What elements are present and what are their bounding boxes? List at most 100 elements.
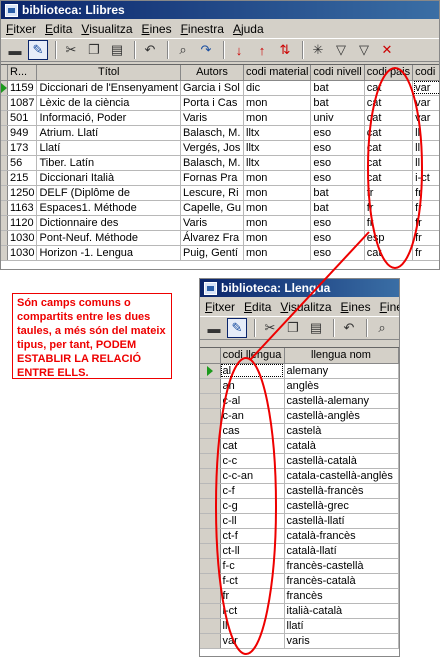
- table-cell[interactable]: 215: [7, 170, 38, 186]
- table-cell[interactable]: Álvarez Fra: [180, 230, 245, 246]
- table-row[interactable]: 173 Llatí Vergés, Jos lltx eso cat ll: [1, 140, 439, 156]
- table-cell[interactable]: ll: [412, 155, 439, 171]
- table-cell[interactable]: 1250: [7, 185, 38, 201]
- table-cell[interactable]: 501: [7, 110, 38, 126]
- table-row[interactable]: cat català: [200, 438, 399, 454]
- column-header[interactable]: Títol: [36, 65, 181, 81]
- table-cell[interactable]: catala-castellà-anglès: [284, 468, 399, 484]
- cut-icon[interactable]: ✂: [61, 40, 81, 60]
- table-row[interactable]: 1163 Espaces1. Méthode Capelle, Gu mon bat fr…: [1, 200, 439, 216]
- table-cell[interactable]: eso: [310, 155, 365, 171]
- table-row[interactable]: c-an castellà-anglès: [200, 408, 399, 424]
- menu-ajuda[interactable]: Ajuda: [230, 22, 270, 36]
- table-cell[interactable]: castellà-grec: [284, 498, 399, 514]
- table-row[interactable]: 1087 Lèxic de la ciència Porta i Cas mon bat…: [1, 95, 439, 111]
- row-selector[interactable]: [200, 513, 221, 529]
- autofilter-icon[interactable]: ✳: [308, 40, 328, 60]
- table-cell[interactable]: eso: [310, 245, 365, 261]
- table-row[interactable]: ct-f català-francès: [200, 528, 399, 544]
- table-cell[interactable]: castellà-francès: [284, 483, 399, 499]
- table-cell[interactable]: Balasch, M.: [180, 125, 245, 141]
- menu-fitxer[interactable]: Fitxer: [202, 300, 241, 314]
- table-cell[interactable]: cat: [364, 245, 414, 261]
- table-cell[interactable]: anglès: [284, 378, 399, 394]
- table-cell[interactable]: Capelle, Gu: [180, 200, 245, 216]
- column-header[interactable]: codi material: [243, 65, 312, 81]
- menu-eines[interactable]: Eines: [338, 300, 377, 314]
- table-cell[interactable]: fr: [412, 200, 439, 216]
- table-cell[interactable]: Dictionnaire des: [36, 215, 181, 231]
- table-cell[interactable]: Informació, Poder: [36, 110, 181, 126]
- find-icon[interactable]: ⌕: [372, 318, 392, 338]
- table-cell[interactable]: eso: [310, 170, 365, 186]
- table-cell[interactable]: cas: [220, 423, 285, 439]
- table-cell[interactable]: eso: [310, 230, 365, 246]
- paste-icon[interactable]: ▤: [107, 40, 127, 60]
- table-row[interactable]: ct-ll català-llatí: [200, 543, 399, 559]
- undo-icon[interactable]: ↶: [140, 40, 160, 60]
- table-row[interactable]: c-f castellà-francès: [200, 483, 399, 499]
- table-row[interactable]: 1030 Horizon -1. Lengua Puig, Gentí mon eso c…: [1, 245, 439, 261]
- row-selector[interactable]: [200, 483, 221, 499]
- table-cell[interactable]: ll: [412, 125, 439, 141]
- table-cell[interactable]: var: [412, 110, 439, 126]
- table-row[interactable]: ll llatí: [200, 618, 399, 634]
- table-cell[interactable]: català-llatí: [284, 543, 399, 559]
- table-cell[interactable]: Varis: [180, 215, 245, 231]
- cut-icon[interactable]: ✂: [260, 318, 280, 338]
- table-cell[interactable]: var: [220, 633, 285, 649]
- table-row[interactable]: var varis: [200, 633, 399, 649]
- table-cell[interactable]: cat: [364, 170, 414, 186]
- table-row[interactable]: f-ct francès-català: [200, 573, 399, 589]
- table-cell[interactable]: lltx: [243, 125, 312, 141]
- menu-visualitza[interactable]: Visualitza: [277, 300, 337, 314]
- table-cell[interactable]: dic: [243, 80, 312, 96]
- table-cell[interactable]: c-c-an: [220, 468, 285, 484]
- table-row[interactable]: an anglès: [200, 378, 399, 394]
- table-cell[interactable]: c-c: [220, 453, 285, 469]
- column-header[interactable]: codi llengua: [220, 348, 285, 364]
- remove-filter-icon[interactable]: ✕: [377, 40, 397, 60]
- table-cell[interactable]: Porta i Cas: [180, 95, 245, 111]
- table-cell[interactable]: 1159: [7, 80, 38, 96]
- row-selector[interactable]: [1, 80, 8, 96]
- table-row[interactable]: 1120 Dictionnaire des Varis mon eso fr fr: [1, 215, 439, 231]
- row-selector[interactable]: [200, 453, 221, 469]
- table-cell[interactable]: 1030: [7, 230, 38, 246]
- row-selector[interactable]: [200, 618, 221, 634]
- column-header[interactable]: codi pais: [364, 65, 414, 81]
- table-cell[interactable]: DELF (Diplôme de: [36, 185, 181, 201]
- table-cell[interactable]: varis: [284, 633, 399, 649]
- table-cell[interactable]: francès-castellà: [284, 558, 399, 574]
- table-row[interactable]: 1250 DELF (Diplôme de Lescure, Ri mon bat fr f…: [1, 185, 439, 201]
- table-cell[interactable]: 173: [7, 140, 38, 156]
- menu-eines[interactable]: Eines: [139, 22, 178, 36]
- table-cell[interactable]: eso: [310, 215, 365, 231]
- table-cell[interactable]: castellà-llatí: [284, 513, 399, 529]
- table-cell[interactable]: c-ll: [220, 513, 285, 529]
- table-cell[interactable]: Garcia i Sol: [180, 80, 245, 96]
- copy-icon[interactable]: ❐: [283, 318, 303, 338]
- filter-icon[interactable]: ▽: [331, 40, 351, 60]
- table-cell[interactable]: Lèxic de la ciència: [36, 95, 181, 111]
- titlebar-llengua[interactable]: biblioteca: Llengua: [200, 279, 399, 297]
- table-row[interactable]: c-al castellà-alemany: [200, 393, 399, 409]
- sort-icon[interactable]: ⇅: [275, 40, 295, 60]
- table-cell[interactable]: Diccionari Italià: [36, 170, 181, 186]
- table-cell[interactable]: fr: [364, 215, 414, 231]
- row-selector[interactable]: [200, 543, 221, 559]
- table-cell[interactable]: 949: [7, 125, 38, 141]
- column-header[interactable]: codi nivell: [310, 65, 365, 81]
- table-cell[interactable]: Pont-Neuf. Méthode: [36, 230, 181, 246]
- row-selector[interactable]: [200, 633, 221, 649]
- table-cell[interactable]: alemany: [284, 363, 399, 379]
- menu-edita[interactable]: Edita: [42, 22, 78, 36]
- table-row[interactable]: cas castelà: [200, 423, 399, 439]
- table-cell[interactable]: cat: [364, 95, 414, 111]
- table-cell[interactable]: cat: [364, 80, 414, 96]
- column-header[interactable]: llengua nom: [284, 348, 399, 364]
- sort-desc-icon[interactable]: ↑: [252, 40, 272, 60]
- table-cell[interactable]: 1087: [7, 95, 38, 111]
- table-row[interactable]: i-ct italià-català: [200, 603, 399, 619]
- row-selector[interactable]: [200, 588, 221, 604]
